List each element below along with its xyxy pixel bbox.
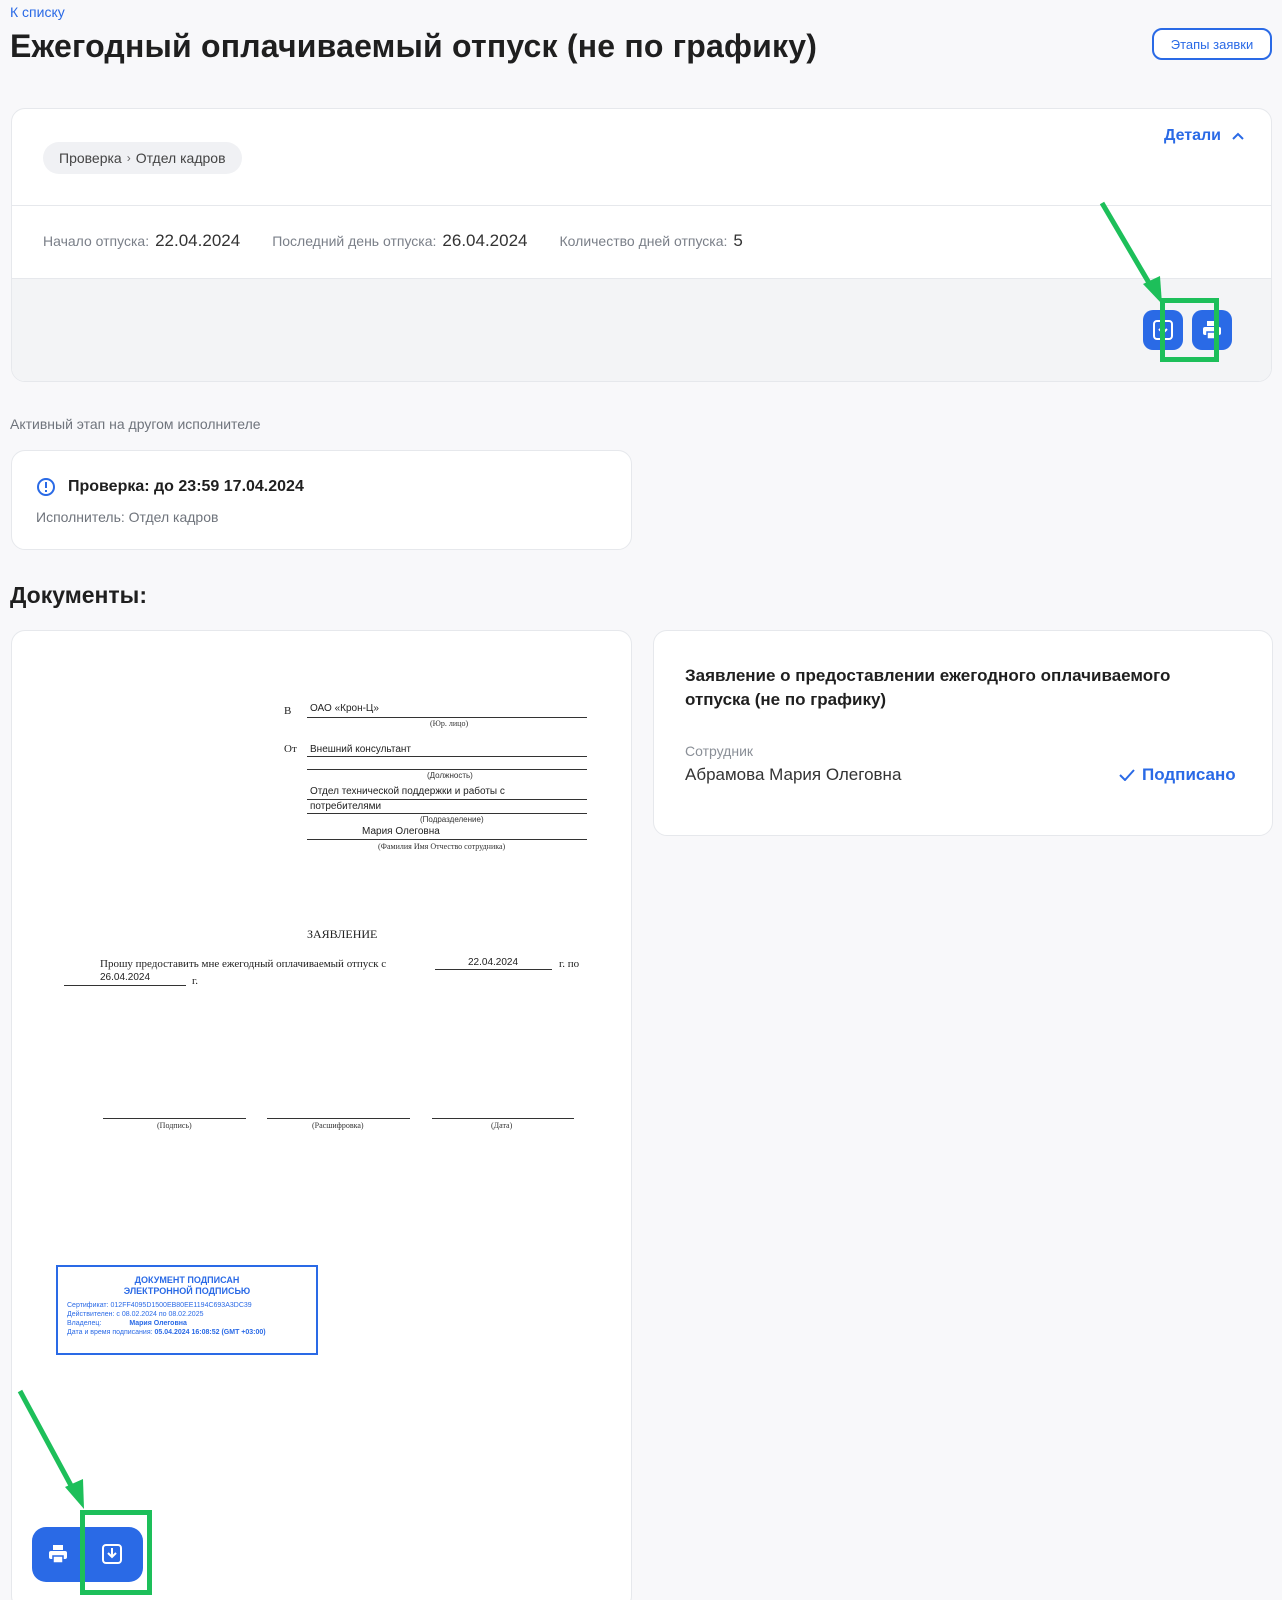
vacation-start-value: 22.04.2024 xyxy=(155,231,241,250)
details-toggle[interactable]: Детали xyxy=(1164,127,1245,145)
paper-position-caption: (Должность) xyxy=(427,771,473,780)
vacation-end: Последний день отпуска: 26.04.2024 xyxy=(272,231,527,251)
vacation-start: Начало отпуска: 22.04.2024 xyxy=(43,231,240,251)
active-stage-label: Активный этап на другом исполнителе xyxy=(10,416,261,432)
signed-status: Подписано xyxy=(1119,765,1236,785)
print-button[interactable] xyxy=(38,1534,78,1574)
paper-sig-caption: (Подпись) xyxy=(157,1121,192,1130)
details-toggle-label: Детали xyxy=(1164,127,1222,144)
paper-line xyxy=(307,769,587,770)
paper-body-from: 22.04.2024 xyxy=(468,957,519,968)
check-icon xyxy=(1119,769,1135,781)
breadcrumb: Проверка › Отдел кадров xyxy=(43,142,242,174)
vacation-days: Количество дней отпуска: 5 xyxy=(560,231,743,251)
vacation-days-value: 5 xyxy=(733,231,743,250)
stamp-signed: Дата и время подписания: 05.04.2024 16:0… xyxy=(67,1329,316,1336)
stamp-line1: ДОКУМЕНТ ПОДПИСАН xyxy=(134,1275,240,1285)
paper-body-end: г. xyxy=(192,975,199,987)
info-icon xyxy=(37,478,55,496)
vacation-days-label: Количество дней отпуска: xyxy=(559,233,728,249)
paper-line xyxy=(307,717,587,718)
stamp-owner: Владелец: Мария Олеговна xyxy=(67,1320,316,1327)
paper-name-value: Мария Олеговна xyxy=(362,826,440,837)
stamp-signed-value: 05.04.2024 16:08:52 (GMT +03:00) xyxy=(154,1329,266,1336)
paper-date-caption: (Дата) xyxy=(491,1121,513,1130)
signed-status-text: Подписано xyxy=(1142,765,1236,784)
chevron-up-icon xyxy=(1232,132,1244,140)
vacation-start-label: Начало отпуска: xyxy=(43,233,150,249)
paper-to-caption: (Юр. лицо) xyxy=(430,719,469,728)
vacation-end-label: Последний день отпуска: xyxy=(272,233,437,249)
stamp-valid: Действителен: с 08.02.2024 по 08.02.2025 xyxy=(67,1311,204,1318)
employee-name: Абрамова Мария Олеговна xyxy=(685,765,902,784)
paper-line xyxy=(267,1118,410,1119)
active-stage-card: Проверка: до 23:59 17.04.2024 Исполнител… xyxy=(11,450,632,550)
chevron-right-icon: › xyxy=(126,151,131,165)
document-title: Заявление о предоставлении ежегодного оп… xyxy=(685,666,1171,709)
paper-line xyxy=(103,1118,246,1119)
breadcrumb-item-hr: Отдел кадров xyxy=(135,150,226,166)
paper-dept-caption: (Подразделение) xyxy=(420,815,484,824)
stamp-owner-label: Владелец: xyxy=(67,1320,102,1327)
vacation-end-value: 26.04.2024 xyxy=(442,231,528,250)
back-to-list-link[interactable]: К списку xyxy=(10,4,65,20)
paper-from-prefix: От xyxy=(284,743,297,755)
request-summary-card: Проверка › Отдел кадров Детали Начало от… xyxy=(11,108,1272,382)
actions-band xyxy=(12,278,1271,381)
vacation-info-row: Начало отпуска: 22.04.2024 Последний день… xyxy=(43,231,743,251)
paper-line xyxy=(307,813,587,814)
paper-body-mid: г. по xyxy=(559,958,580,970)
document-info-card[interactable]: Заявление о предоставлении ежегодного оп… xyxy=(653,630,1273,836)
documents-heading: Документы: xyxy=(10,582,147,608)
paper-dept-line2: потребителями xyxy=(310,801,382,812)
highlight-box xyxy=(1160,298,1219,362)
arrow-annotation xyxy=(17,1389,84,1509)
paper-body-to: 26.04.2024 xyxy=(100,972,151,983)
e-signature-stamp: ДОКУМЕНТ ПОДПИСАН ЭЛЕКТРОННОЙ ПОДПИСЬЮ Се… xyxy=(56,1265,318,1355)
document-page: В ОАО «Крон-Ц» (Юр. лицо) От Внешний кон… xyxy=(12,631,631,1600)
paper-line xyxy=(307,839,587,840)
stamp-signed-label: Дата и время подписания: xyxy=(67,1329,153,1336)
stage-title-text: Проверка: до 23:59 17.04.2024 xyxy=(68,478,304,495)
paper-heading: ЗАЯВЛЕНИЕ xyxy=(307,927,378,941)
page-title: Ежегодный оплачиваемый отпуск (не по гра… xyxy=(10,28,818,64)
stamp-cert: Сертификат: 012FF4095D1500EB80EE1194C693… xyxy=(67,1302,252,1309)
employee-label: Сотрудник xyxy=(685,743,754,759)
paper-decode-caption: (Расшифровка) xyxy=(312,1121,364,1130)
stamp-line2: ЭЛЕКТРОННОЙ ПОДПИСЬЮ xyxy=(123,1286,251,1296)
paper-name-caption: (Фамилия Имя Отчество сотрудника) xyxy=(378,842,506,851)
stamp-owner-value: Мария Олеговна xyxy=(129,1320,187,1327)
paper-line xyxy=(64,985,186,986)
divider xyxy=(12,205,1271,206)
printer-icon xyxy=(49,1545,67,1564)
paper-dept-line1: Отдел технической поддержки и работы с xyxy=(310,786,505,797)
paper-body-text: Прошу предоставить мне ежегодный оплачив… xyxy=(100,958,387,970)
paper-to-value: ОАО «Крон-Ц» xyxy=(310,703,379,714)
document-preview: В ОАО «Крон-Ц» (Юр. лицо) От Внешний кон… xyxy=(11,630,632,1600)
paper-line xyxy=(307,799,587,800)
paper-position-value: Внешний консультант xyxy=(310,744,411,755)
paper-line xyxy=(307,756,587,757)
paper-line xyxy=(435,969,552,970)
arrow-annotation xyxy=(1099,201,1162,304)
paper-to-prefix: В xyxy=(284,705,292,717)
highlight-box xyxy=(80,1510,152,1595)
paper-line xyxy=(432,1118,574,1119)
stage-title: Проверка: до 23:59 17.04.2024 xyxy=(36,477,304,497)
stage-executor: Исполнитель: Отдел кадров xyxy=(36,509,219,525)
breadcrumb-item-check: Проверка xyxy=(59,150,122,166)
request-stages-button[interactable]: Этапы заявки xyxy=(1152,28,1272,60)
